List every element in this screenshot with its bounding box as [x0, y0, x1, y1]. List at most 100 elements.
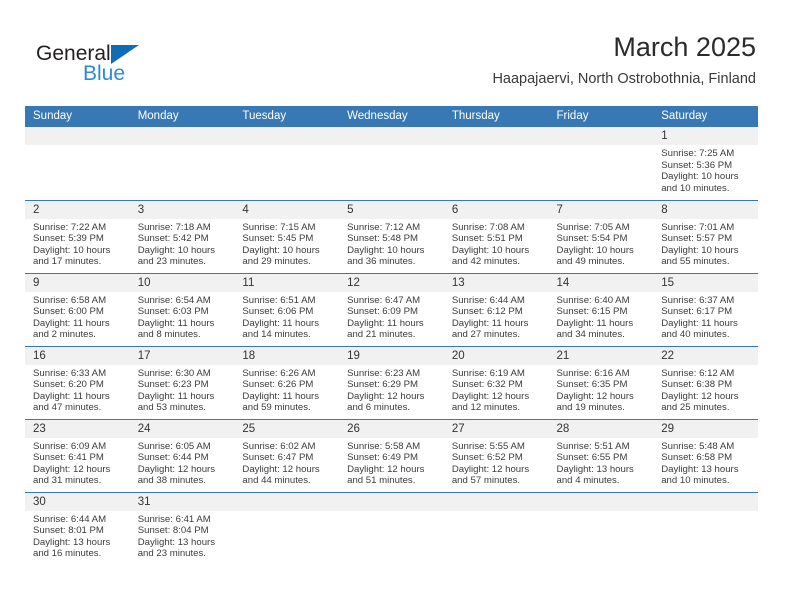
daylight-line2-text: and 4 minutes.	[556, 475, 620, 487]
calendar-day-cell[interactable]: 20 Sunrise: 6:19 AM Sunset: 6:32 PM Dayligh…	[443, 345, 549, 419]
calendar-day-cell[interactable]: 26 Sunrise: 5:58 AM Sunset: 6:49 PM Dayligh…	[339, 418, 444, 492]
calendar-week-row: 23 Sunrise: 6:09 AM Sunset: 6:41 PM Dayligh…	[25, 418, 758, 492]
day-number: 17	[129, 346, 235, 365]
calendar-day-cell[interactable]: 22 Sunrise: 6:12 AM Sunset: 6:38 PM Dayligh…	[653, 345, 758, 419]
sunset-text: Sunset: 6:06 PM	[242, 306, 314, 318]
calendar-week-row: 2 Sunrise: 7:22 AM Sunset: 5:39 PM Daylight…	[25, 199, 758, 273]
calendar-day-cell[interactable]: 14 Sunrise: 6:40 AM Sunset: 6:15 PM Dayligh…	[548, 272, 654, 346]
calendar-day-cell[interactable]: 2 Sunrise: 7:22 AM Sunset: 5:39 PM Daylight…	[25, 199, 130, 273]
sunset-text: Sunset: 6:12 PM	[451, 306, 523, 318]
weekday-header-tuesday: Tuesday	[234, 106, 340, 127]
daylight-line1-text: Daylight: 12 hours	[451, 463, 530, 475]
daylight-line2-text: and 59 minutes.	[242, 402, 311, 414]
calendar-day-cell[interactable]: 8 Sunrise: 7:01 AM Sunset: 5:57 PM Daylight…	[653, 199, 758, 273]
day-details: Sunrise: 6:54 AM Sunset: 6:03 PM Daylight:…	[130, 292, 235, 341]
calendar-day-cell[interactable]: 10 Sunrise: 6:54 AM Sunset: 6:03 PM Dayligh…	[129, 272, 235, 346]
calendar-day-cell[interactable]: 4 Sunrise: 7:15 AM Sunset: 5:45 PM Daylight…	[234, 199, 340, 273]
daylight-line2-text: and 40 minutes.	[661, 329, 730, 341]
day-number: 2	[25, 200, 130, 219]
daylight-line2-text: and 49 minutes.	[556, 256, 625, 268]
daylight-line2-text: and 42 minutes.	[451, 256, 521, 268]
calendar-day-cell[interactable]: 16 Sunrise: 6:33 AM Sunset: 6:20 PM Dayligh…	[25, 345, 130, 419]
sunrise-text: Sunrise: 6:23 AM	[347, 367, 421, 379]
sunrise-text: Sunrise: 6:40 AM	[556, 294, 630, 306]
day-details: Sunrise: 6:37 AM Sunset: 6:17 PM Daylight:…	[653, 292, 758, 341]
calendar-day-cell[interactable]: 7 Sunrise: 7:05 AM Sunset: 5:54 PM Daylight…	[548, 199, 654, 273]
calendar-day-cell[interactable]: 25 Sunrise: 6:02 AM Sunset: 6:47 PM Dayligh…	[234, 418, 340, 492]
sunset-text: Sunset: 6:23 PM	[137, 379, 209, 391]
calendar-day-cell[interactable]: 17 Sunrise: 6:30 AM Sunset: 6:23 PM Dayligh…	[129, 345, 235, 419]
calendar-week-row: 9 Sunrise: 6:58 AM Sunset: 6:00 PM Daylight…	[25, 272, 758, 346]
daylight-line2-text: and 31 minutes.	[33, 475, 102, 487]
calendar-day-cell[interactable]: 21 Sunrise: 6:16 AM Sunset: 6:35 PM Dayligh…	[548, 345, 654, 419]
daylight-line1-text: Daylight: 12 hours	[556, 390, 634, 402]
day-details: Sunrise: 7:01 AM Sunset: 5:57 PM Daylight:…	[653, 219, 758, 268]
calendar-day-cell[interactable]: 15 Sunrise: 6:37 AM Sunset: 6:17 PM Dayligh…	[653, 272, 758, 346]
sunrise-text: Sunrise: 5:51 AM	[556, 440, 630, 452]
daylight-line2-text: and 34 minutes.	[556, 329, 625, 341]
day-details: Sunrise: 7:18 AM Sunset: 5:42 PM Daylight:…	[130, 219, 235, 268]
calendar-day-cell[interactable]: 27 Sunrise: 5:55 AM Sunset: 6:52 PM Dayligh…	[443, 418, 549, 492]
daylight-line2-text: and 47 minutes.	[33, 402, 102, 414]
day-number: 31	[129, 492, 235, 511]
sunset-text: Sunset: 6:44 PM	[137, 452, 209, 464]
day-number: 19	[339, 346, 444, 365]
logo-text-blue: Blue	[83, 62, 126, 85]
calendar-week-row: 16 Sunrise: 6:33 AM Sunset: 6:20 PM Dayligh…	[25, 345, 758, 419]
weekday-header-monday: Monday	[129, 106, 235, 127]
calendar-day-cell[interactable]: 3 Sunrise: 7:18 AM Sunset: 5:42 PM Daylight…	[129, 199, 235, 273]
calendar-day-cell[interactable]: 5 Sunrise: 7:12 AM Sunset: 5:48 PM Daylight…	[339, 199, 444, 273]
calendar-day-cell[interactable]: 23 Sunrise: 6:09 AM Sunset: 6:41 PM Dayligh…	[25, 418, 130, 492]
day-details: Sunrise: 6:44 AM Sunset: 6:12 PM Daylight:…	[444, 292, 549, 341]
day-details: Sunrise: 7:05 AM Sunset: 5:54 PM Daylight:…	[549, 219, 654, 268]
calendar-day-cell[interactable]: 9 Sunrise: 6:58 AM Sunset: 6:00 PM Daylight…	[25, 272, 130, 346]
sunrise-text: Sunrise: 6:05 AM	[137, 440, 211, 452]
calendar-day-cell[interactable]: 31 Sunrise: 6:41 AM Sunset: 8:04 PM Dayligh…	[129, 491, 235, 565]
general-blue-logo[interactable]: General Blue	[36, 42, 216, 90]
day-number: 25	[234, 419, 340, 438]
daylight-line1-text: Daylight: 10 hours	[556, 244, 634, 256]
day-number: 13	[443, 273, 549, 292]
sunset-text: Sunset: 6:47 PM	[242, 452, 314, 464]
calendar-page: General Blue March 2025 Haapajaervi, Nor…	[0, 0, 792, 612]
daylight-line1-text: Daylight: 11 hours	[242, 390, 320, 402]
daylight-line2-text: and 2 minutes.	[33, 329, 96, 341]
day-number	[548, 492, 654, 511]
day-details: Sunrise: 6:41 AM Sunset: 8:04 PM Daylight:…	[130, 511, 235, 560]
calendar-day-cell[interactable]: 30 Sunrise: 6:44 AM Sunset: 8:01 PM Dayligh…	[25, 491, 130, 565]
calendar-day-cell[interactable]: 6 Sunrise: 7:08 AM Sunset: 5:51 PM Daylight…	[443, 199, 549, 273]
daylight-line1-text: Daylight: 13 hours	[137, 536, 216, 548]
sunrise-text: Sunrise: 6:26 AM	[242, 367, 316, 379]
sunrise-text: Sunrise: 5:48 AM	[661, 440, 735, 452]
day-details: Sunrise: 5:48 AM Sunset: 6:58 PM Daylight:…	[653, 438, 758, 487]
sunrise-text: Sunrise: 6:09 AM	[33, 440, 107, 452]
sunset-text: Sunset: 6:32 PM	[451, 379, 523, 391]
day-number: 23	[25, 419, 130, 438]
calendar-empty-cell	[129, 127, 235, 200]
daylight-line1-text: Daylight: 10 hours	[242, 244, 320, 256]
calendar-day-cell[interactable]: 12 Sunrise: 6:47 AM Sunset: 6:09 PM Dayligh…	[339, 272, 444, 346]
daylight-line2-text: and 19 minutes.	[556, 402, 625, 414]
calendar-day-cell[interactable]: 19 Sunrise: 6:23 AM Sunset: 6:29 PM Dayligh…	[339, 345, 444, 419]
calendar-day-cell[interactable]: 13 Sunrise: 6:44 AM Sunset: 6:12 PM Dayligh…	[443, 272, 549, 346]
day-number	[129, 127, 235, 145]
daylight-line1-text: Daylight: 11 hours	[347, 317, 424, 329]
calendar-day-cell[interactable]: 24 Sunrise: 6:05 AM Sunset: 6:44 PM Dayligh…	[129, 418, 235, 492]
daylight-line2-text: and 6 minutes.	[347, 402, 411, 414]
calendar-day-cell[interactable]: 28 Sunrise: 5:51 AM Sunset: 6:55 PM Dayligh…	[548, 418, 654, 492]
calendar-day-cell[interactable]: 1 Sunrise: 7:25 AM Sunset: 5:36 PM Daylight…	[653, 127, 758, 200]
calendar-day-cell[interactable]: 11 Sunrise: 6:51 AM Sunset: 6:06 PM Dayligh…	[234, 272, 340, 346]
sunset-text: Sunset: 6:49 PM	[347, 452, 419, 464]
daylight-line2-text: and 21 minutes.	[347, 329, 416, 341]
calendar-day-cell[interactable]: 29 Sunrise: 5:48 AM Sunset: 6:58 PM Dayligh…	[653, 418, 758, 492]
daylight-line2-text: and 10 minutes.	[661, 182, 730, 194]
day-details: Sunrise: 6:19 AM Sunset: 6:32 PM Daylight:…	[444, 365, 549, 414]
sunset-text: Sunset: 6:09 PM	[347, 306, 419, 318]
calendar-day-cell[interactable]: 18 Sunrise: 6:26 AM Sunset: 6:26 PM Dayligh…	[234, 345, 340, 419]
sunset-text: Sunset: 6:35 PM	[556, 379, 628, 391]
sunset-text: Sunset: 5:36 PM	[661, 159, 733, 171]
daylight-line2-text: and 8 minutes.	[137, 329, 201, 341]
calendar-empty-cell	[548, 127, 654, 200]
sunrise-text: Sunrise: 5:55 AM	[451, 440, 525, 452]
sunset-text: Sunset: 6:00 PM	[33, 306, 104, 318]
